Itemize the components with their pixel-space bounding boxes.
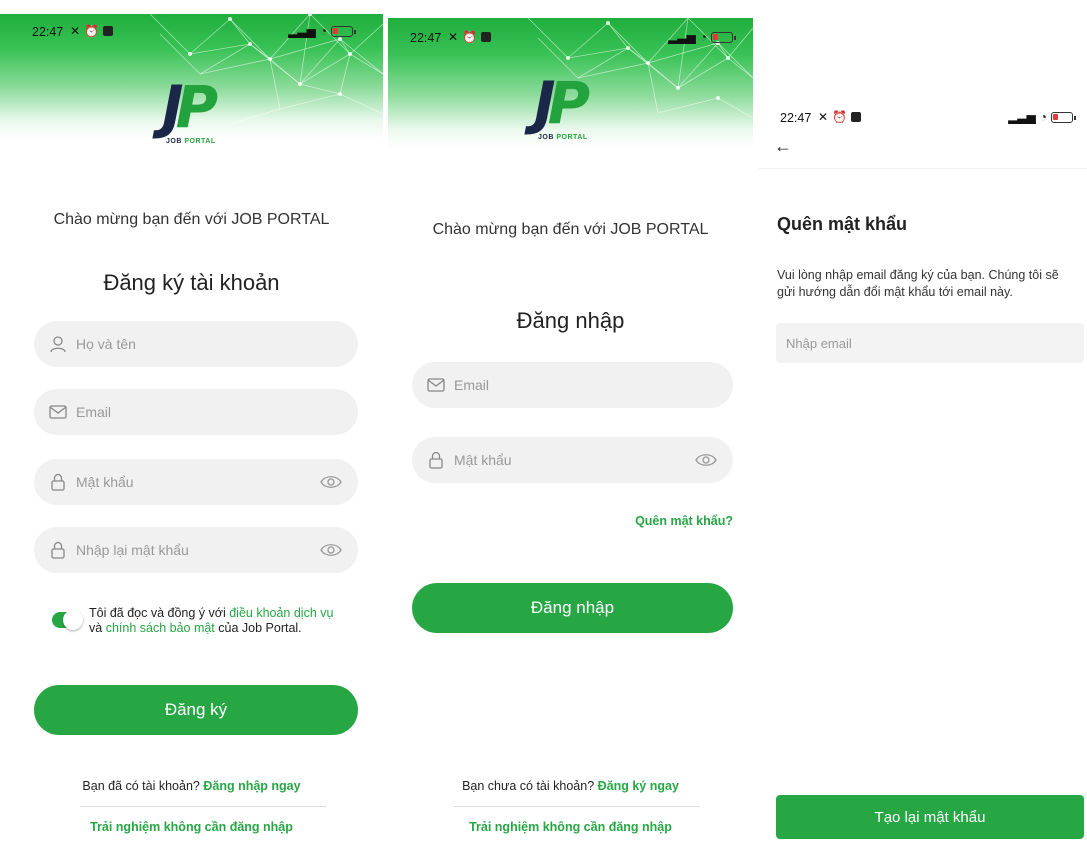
mail-icon xyxy=(48,402,68,422)
confirm-password-field[interactable] xyxy=(34,527,358,573)
eye-icon[interactable] xyxy=(695,450,717,470)
email-field[interactable] xyxy=(412,362,733,408)
app-icon xyxy=(103,26,114,36)
login-screen: 22:47 ✕ ⏰ ▂▃▅ ◔ JP JOB PORTAL Chào mừng … xyxy=(388,0,753,849)
app-icon xyxy=(481,32,492,42)
lock-icon xyxy=(48,540,68,560)
signal-icon: ▂▃▅ xyxy=(1008,110,1036,124)
status-time: 22:47 xyxy=(32,25,64,39)
guest-mode-link[interactable]: Trải nghiệm không cần đăng nhập xyxy=(0,820,383,834)
password-input[interactable] xyxy=(76,474,276,490)
header-divider xyxy=(758,168,1087,169)
alarm-icon: ⏰ xyxy=(832,110,848,124)
job-portal-logo: JP JOB PORTAL xyxy=(534,69,590,141)
login-now-link[interactable]: Đăng nhập ngay xyxy=(203,779,300,793)
password-input[interactable] xyxy=(454,452,654,468)
battery-icon xyxy=(331,25,356,37)
confirm-password-input[interactable] xyxy=(76,542,276,558)
mute-icon: ✕ xyxy=(448,30,459,44)
email-input[interactable] xyxy=(776,323,1084,363)
status-bar: 22:47 ✕ ⏰ ▂▃▅ ◔ xyxy=(0,20,383,44)
wifi-icon: ◔ xyxy=(1039,110,1047,124)
signal-icon: ▂▃▅ xyxy=(288,24,316,38)
app-icon xyxy=(851,112,862,122)
register-button[interactable]: Đăng ký xyxy=(34,685,358,735)
signal-icon: ▂▃▅ xyxy=(668,30,696,44)
reset-password-button[interactable]: Tạo lại mật khẩu xyxy=(776,795,1084,839)
register-screen: 22:47 ✕ ⏰ ▂▃▅ ◔ JP JOB PORTAL Chào mừng … xyxy=(0,0,383,849)
email-input[interactable] xyxy=(76,404,276,420)
register-prompt: Bạn chưa có tài khoản? Đăng ký ngay xyxy=(462,779,679,793)
eye-icon[interactable] xyxy=(320,472,342,492)
eye-icon[interactable] xyxy=(320,540,342,560)
email-input[interactable] xyxy=(454,377,654,393)
mute-icon: ✕ xyxy=(818,110,829,124)
wifi-icon: ◔ xyxy=(699,30,707,44)
alarm-icon: ⏰ xyxy=(84,24,100,38)
status-bar: 22:47 ✕ ⏰ ▂▃▅ ◔ xyxy=(388,26,753,50)
guest-mode-link[interactable]: Trải nghiệm không cần đăng nhập xyxy=(388,820,753,834)
status-time: 22:47 xyxy=(780,111,812,125)
terms-of-service-link[interactable]: điều khoản dịch vụ xyxy=(229,606,333,620)
status-time: 22:47 xyxy=(410,31,442,45)
full-name-field[interactable] xyxy=(34,321,358,367)
toggle-knob xyxy=(63,610,83,630)
battery-icon xyxy=(711,31,736,43)
status-bar: 22:47 ✕ ⏰ ▂▃▅ ◔ xyxy=(758,106,1087,130)
battery-icon xyxy=(1051,111,1076,123)
forgot-password-screen: 22:47 ✕ ⏰ ▂▃▅ ◔ ← Quên mật khẩu Vui lòng… xyxy=(758,0,1087,849)
full-name-input[interactable] xyxy=(76,336,276,352)
register-now-link[interactable]: Đăng ký ngay xyxy=(598,779,679,793)
password-field[interactable] xyxy=(34,459,358,505)
login-prompt: Bạn đã có tài khoản? Đăng nhập ngay xyxy=(82,779,301,793)
divider xyxy=(454,806,700,807)
login-button[interactable]: Đăng nhập xyxy=(412,583,733,633)
mute-icon: ✕ xyxy=(70,24,81,38)
wifi-icon: ◔ xyxy=(319,24,327,38)
forgot-password-link[interactable]: Quên mật khẩu? xyxy=(635,514,733,528)
terms-text: Tôi đã đọc và đồng ý với điều khoản dịch… xyxy=(89,606,334,635)
alarm-icon: ⏰ xyxy=(462,30,478,44)
divider xyxy=(80,806,326,807)
mail-icon xyxy=(426,375,446,395)
lock-icon xyxy=(426,450,446,470)
job-portal-logo: JP JOB PORTAL xyxy=(162,73,218,145)
lock-icon xyxy=(48,472,68,492)
welcome-text: Chào mừng bạn đến với JOB PORTAL xyxy=(53,211,330,228)
user-icon xyxy=(48,334,68,354)
terms-toggle[interactable] xyxy=(52,610,83,630)
page-title: Quên mật khẩu xyxy=(777,214,908,234)
page-title: Đăng ký tài khoản xyxy=(103,270,280,295)
welcome-text: Chào mừng bạn đến với JOB PORTAL xyxy=(432,221,709,238)
back-arrow-icon[interactable]: ← xyxy=(774,136,792,157)
password-field[interactable] xyxy=(412,437,733,483)
email-field[interactable] xyxy=(34,389,358,435)
page-title: Đăng nhập xyxy=(516,308,625,333)
privacy-policy-link[interactable]: chính sách bảo mật xyxy=(106,621,215,635)
instruction-text: Vui lòng nhập email đăng ký của bạn. Chú… xyxy=(777,268,1059,299)
